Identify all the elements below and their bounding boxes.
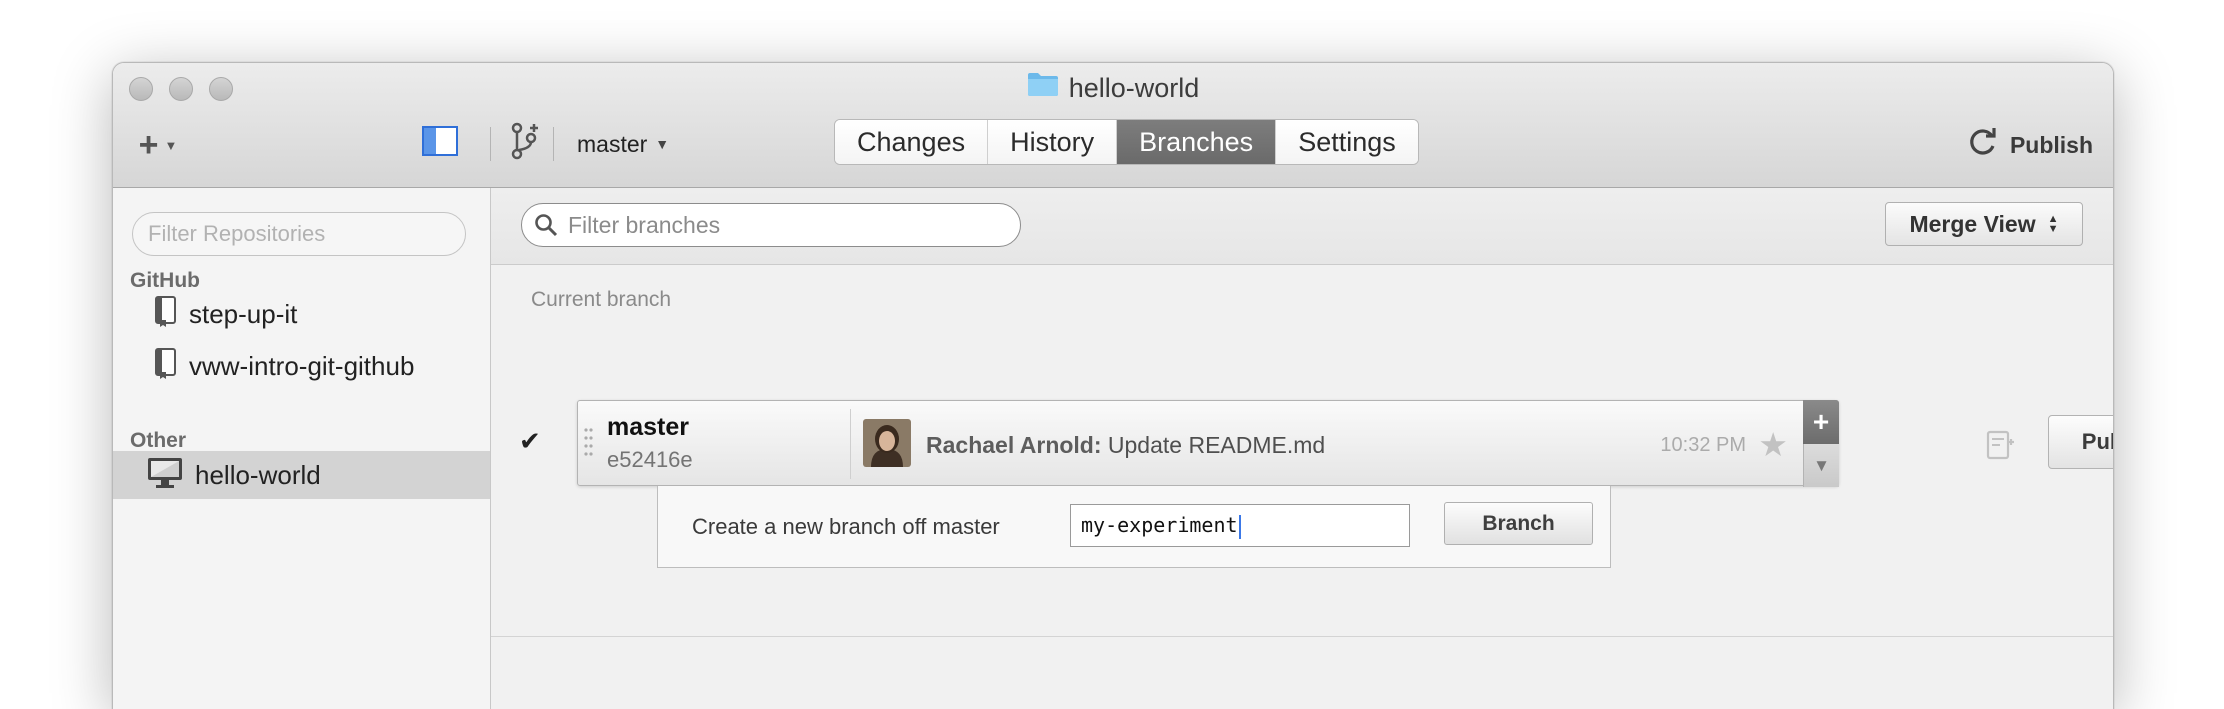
commit-sha: e52416e (607, 447, 693, 472)
repo-name: vww-intro-git-github (189, 350, 415, 381)
view-tabs: Changes History Branches Settings (834, 119, 1419, 165)
computer-icon (147, 457, 183, 494)
app-window: hello-world + ▼ master ▼ Changes History… (112, 62, 2114, 709)
star-icon[interactable]: ★ (1758, 425, 1788, 464)
repository-sidebar: Filter Repositories GitHub step-up-it vw… (113, 188, 491, 709)
sidebar-item-step-up-it[interactable]: step-up-it (113, 290, 490, 338)
tab-settings[interactable]: Settings (1276, 120, 1418, 164)
filter-branches-placeholder: Filter branches (568, 211, 721, 238)
folder-icon (1027, 71, 1059, 105)
repo-icon (153, 295, 177, 333)
sidebar-item-hello-world[interactable]: hello-world (113, 451, 490, 499)
merge-view-label: Merge View (1909, 210, 2036, 237)
commit-author: Rachael Arnold: (926, 432, 1102, 458)
repo-icon (153, 347, 177, 385)
branch-name: master (607, 413, 689, 441)
current-branch-heading: Current branch (531, 288, 672, 311)
section-divider (491, 636, 2113, 637)
plus-icon: + (138, 126, 159, 164)
publish-label: Publish (2009, 131, 2093, 158)
tab-changes[interactable]: Changes (835, 120, 989, 164)
compare-icon[interactable] (1986, 430, 2016, 465)
create-branch-button[interactable] (507, 122, 543, 165)
sidebar-item-vww-intro-git-github[interactable]: vww-intro-git-github (113, 342, 490, 390)
commit-summary: Rachael Arnold: Update README.md (926, 432, 1325, 459)
publish-branch-button[interactable]: Publish (2048, 415, 2113, 469)
toolbar-separator (490, 127, 491, 161)
create-branch-panel: Create a new branch off master my-experi… (657, 486, 1611, 568)
drag-handle-icon[interactable] (584, 427, 594, 466)
toolbar: hello-world + ▼ master ▼ Changes History… (113, 63, 2113, 188)
card-divider (850, 409, 851, 479)
avatar (863, 419, 911, 467)
add-repository-button[interactable]: + ▼ (131, 125, 185, 165)
repo-name: hello-world (195, 459, 321, 490)
commit-message: Update README.md (1107, 432, 1326, 458)
current-branch-label: master (577, 131, 648, 157)
toggle-sidebar-button[interactable] (422, 125, 458, 161)
sidebar-icon (422, 125, 458, 161)
branch-selector[interactable]: master ▼ (577, 127, 669, 161)
new-branch-plus-button[interactable]: + (1803, 400, 1839, 444)
new-branch-name-value: my-experiment (1081, 513, 1238, 537)
merge-view-button[interactable]: Merge View ▲ ▼ (1885, 202, 2083, 246)
group-label-other: Other (130, 429, 187, 452)
tab-branches[interactable]: Branches (1117, 120, 1277, 164)
repo-name: step-up-it (189, 298, 298, 329)
branches-pane: Filter branches Merge View ▲ ▼ Current br… (491, 188, 2113, 709)
create-branch-label: Create a new branch off master (692, 514, 1000, 539)
plus-icon: + (1812, 406, 1830, 437)
chevron-down-icon: ▼ (1813, 455, 1830, 475)
create-branch-button[interactable]: Branch (1444, 502, 1593, 545)
chevron-down-icon: ▼ (655, 136, 670, 152)
tab-history[interactable]: History (988, 120, 1118, 164)
window-title-text: hello-world (1068, 73, 1200, 103)
window-title: hello-world (113, 71, 2113, 105)
branch-icon (510, 122, 540, 165)
filter-repositories-input[interactable]: Filter Repositories (132, 212, 466, 256)
current-branch-card[interactable]: master e52416e Rachael Arnold: Update RE… (577, 400, 1839, 487)
chevron-down-icon: ▼ (164, 137, 178, 153)
branches-filter-bar: Filter branches Merge View ▲ ▼ (491, 188, 2113, 265)
toolbar-separator (553, 127, 554, 161)
text-caret (1238, 514, 1241, 539)
stepper-icon: ▲ ▼ (2047, 213, 2059, 235)
search-icon (534, 213, 558, 237)
filter-branches-input[interactable]: Filter branches (521, 203, 1021, 247)
publish-repository-button[interactable]: Publish (1968, 125, 2093, 165)
checkmark-icon: ✔ (519, 426, 541, 456)
new-branch-name-input[interactable]: my-experiment (1070, 504, 1410, 547)
sync-icon (1968, 127, 1998, 163)
commit-time: 10:32 PM (1660, 434, 1746, 456)
branch-options-button[interactable]: ▼ (1803, 444, 1839, 487)
